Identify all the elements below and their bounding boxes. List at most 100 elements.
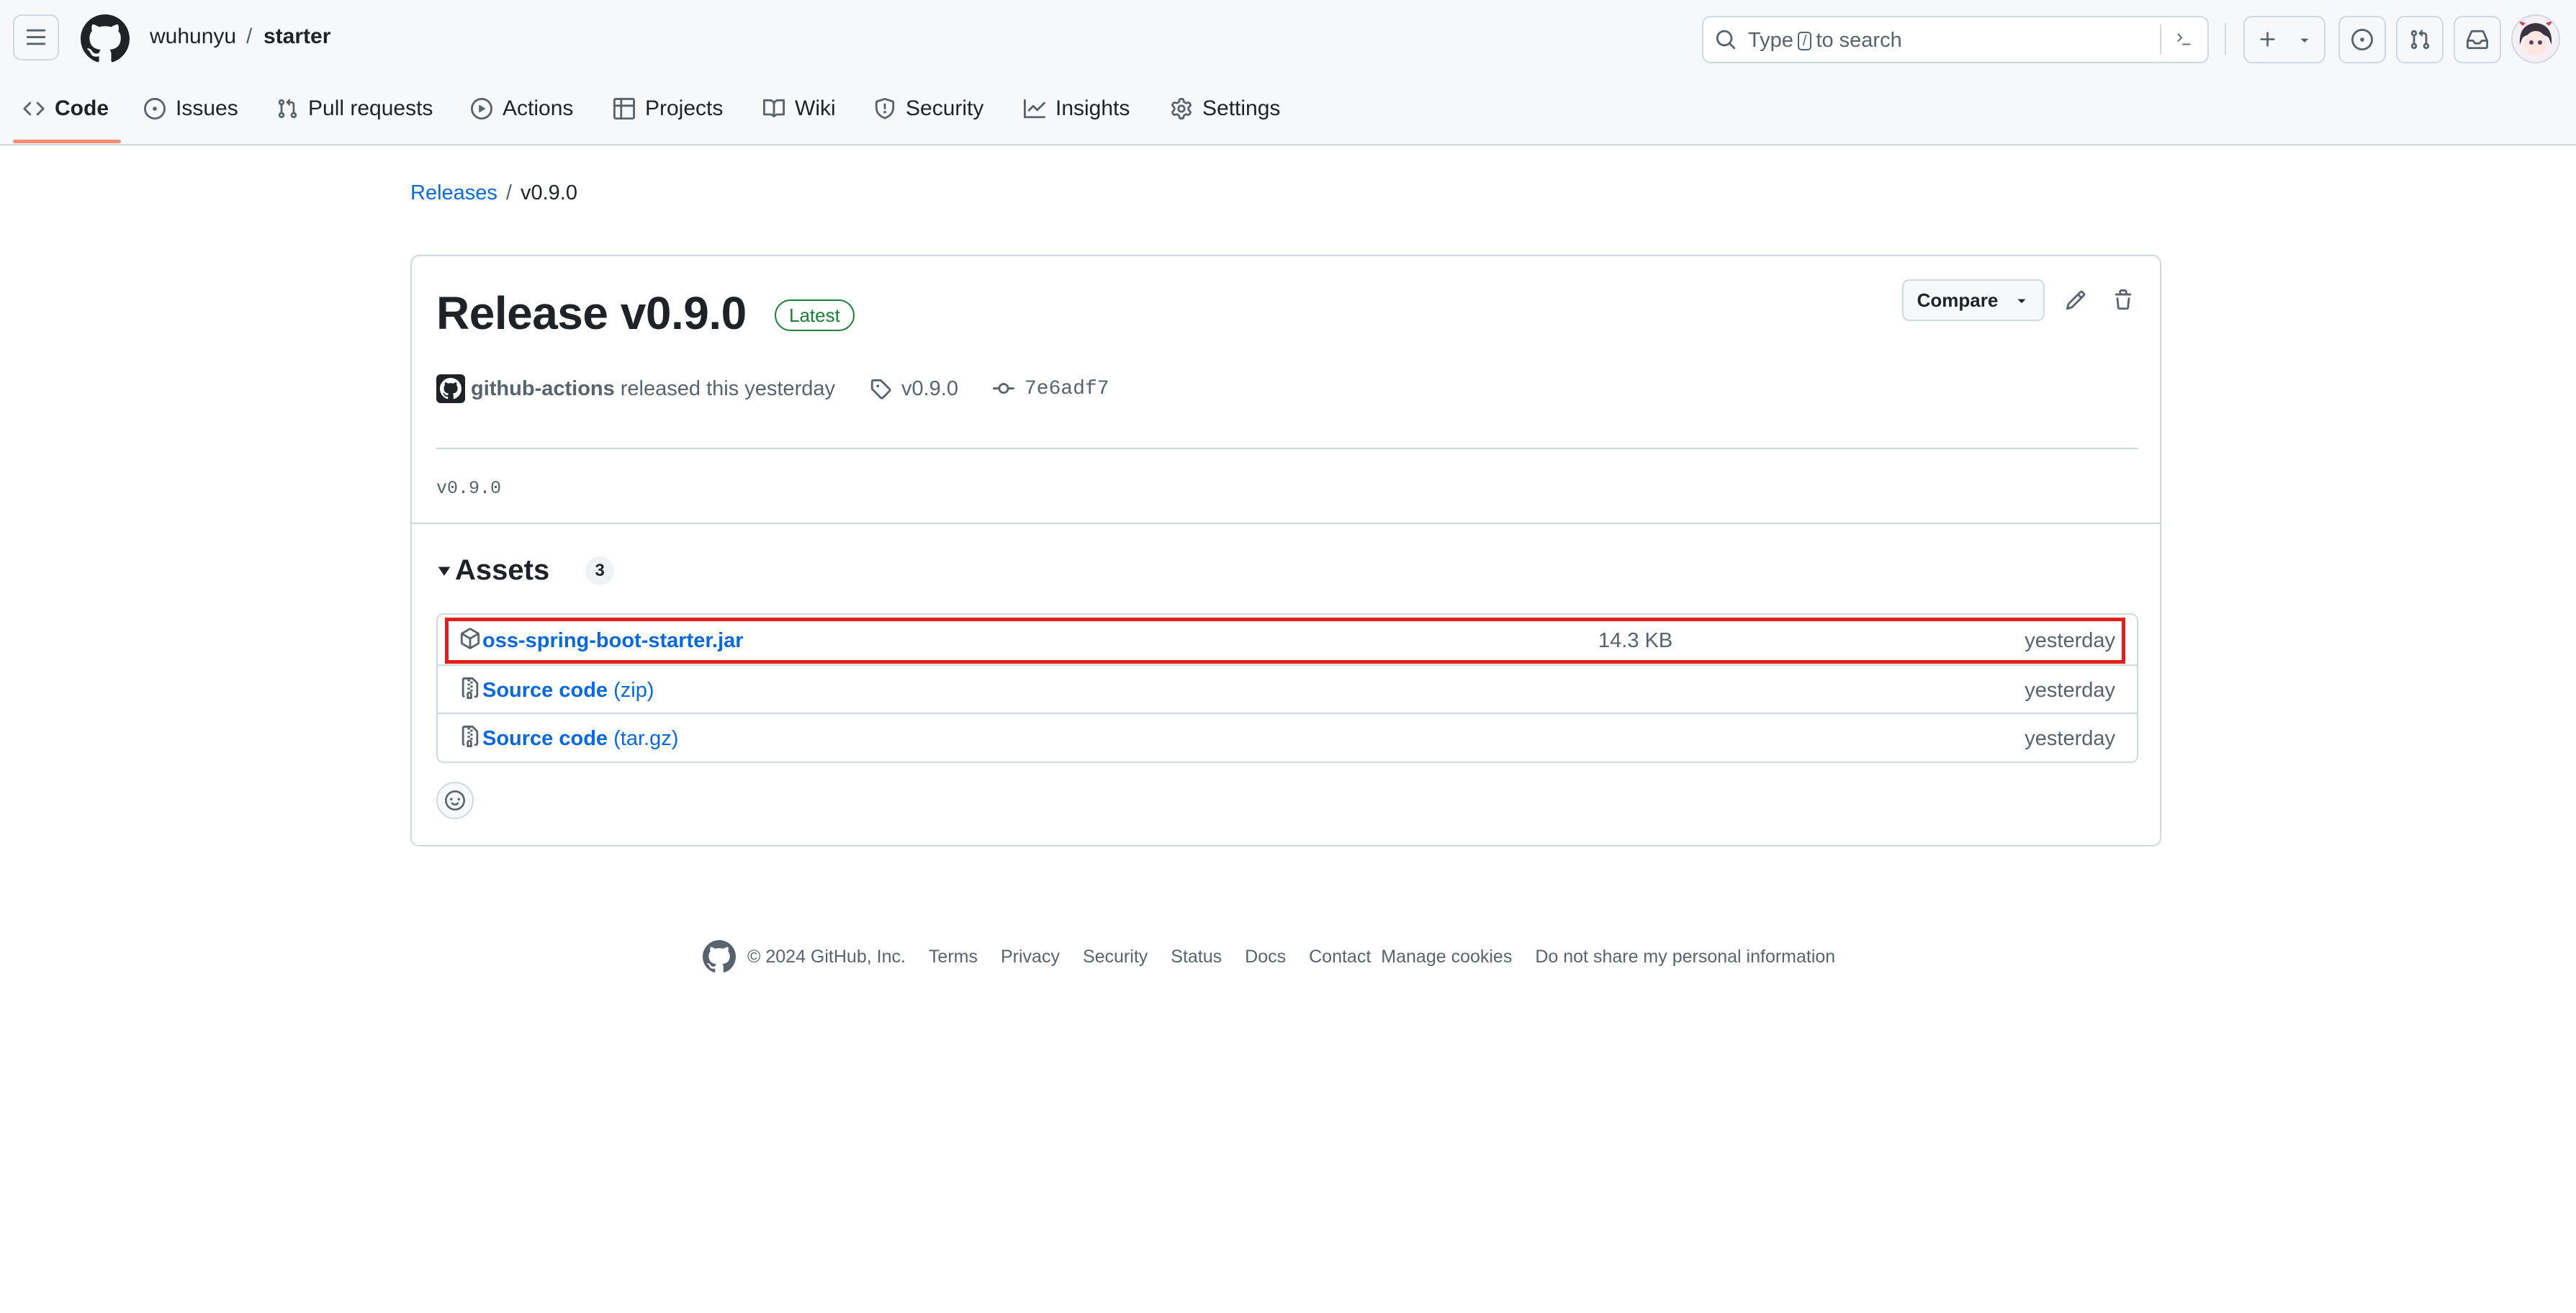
git-commit-icon [992, 383, 1014, 394]
release-meta: github-actions released this yesterday v… [436, 374, 1109, 403]
owner-link[interactable]: wuhunyu [150, 24, 236, 49]
github-logo-icon[interactable] [81, 14, 130, 63]
edit-release-button[interactable] [2059, 284, 2092, 317]
play-icon [471, 98, 492, 119]
footer-link-contact[interactable]: Contact [1309, 947, 1371, 967]
footer-link-terms[interactable]: Terms [929, 947, 978, 967]
github-actions-logo-icon [440, 378, 461, 400]
compare-label: Compare [1917, 289, 1999, 311]
source-targz-link[interactable]: Source code (tar.gz) [482, 727, 678, 751]
tab-security-label: Security [906, 96, 984, 120]
asset-date: yesterday [2025, 727, 2115, 750]
tab-settings[interactable]: Settings [1171, 91, 1280, 127]
tab-settings-label: Settings [1202, 96, 1281, 120]
tab-pull-requests[interactable]: Pull requests [276, 91, 433, 127]
inbox-icon [2467, 30, 2488, 50]
source-zip-link[interactable]: Source code (zip) [482, 679, 654, 703]
file-zip-icon [461, 726, 479, 747]
assets-count-badge: 3 [585, 556, 615, 585]
commit-sha: 7e6adf7 [1024, 377, 1109, 400]
breadcrumb-separator: / [246, 24, 253, 48]
tab-insights[interactable]: Insights [1024, 91, 1130, 127]
tab-issues-label: Issues [176, 96, 238, 120]
author-avatar[interactable] [436, 374, 465, 403]
footer-link-manage-cookies[interactable]: Manage cookies [1381, 947, 1512, 967]
footer-link-status[interactable]: Status [1171, 947, 1222, 967]
tag-link[interactable]: v0.9.0 [870, 377, 958, 401]
repo-link[interactable]: starter [264, 24, 330, 49]
released-time: released this yesterday [620, 376, 835, 400]
tag-icon [870, 379, 891, 400]
search-divider [2160, 24, 2161, 55]
issue-opened-icon [144, 98, 166, 119]
delete-release-button[interactable] [2107, 284, 2140, 317]
tab-code-label: Code [55, 96, 109, 120]
search-icon [1716, 30, 1736, 50]
search-input[interactable]: Type / to search [1702, 16, 2209, 63]
commit-link[interactable]: 7e6adf7 [992, 377, 1109, 400]
trash-icon [2115, 289, 2132, 310]
tab-code[interactable]: Code [23, 91, 109, 127]
tag-label: v0.9.0 [901, 376, 958, 400]
tab-actions[interactable]: Actions [471, 91, 573, 127]
file-zip-icon [461, 677, 479, 699]
asset-row: Source code (tar.gz) yesterday [438, 713, 2137, 762]
tab-security[interactable]: Security [874, 91, 983, 127]
table-icon [613, 98, 635, 119]
footer-link-security[interactable]: Security [1083, 947, 1148, 967]
author-link[interactable]: github-actions [471, 377, 615, 401]
command-palette-icon[interactable] [2173, 29, 2194, 50]
issue-opened-icon [2351, 29, 2373, 50]
gear-icon [1171, 98, 1192, 119]
pencil-icon [2066, 290, 2086, 310]
tab-projects-label: Projects [645, 96, 724, 120]
shield-icon [875, 98, 895, 119]
user-avatar[interactable] [2511, 14, 2560, 63]
assets-toggle[interactable]: Assets 3 [436, 554, 615, 587]
triangle-down-icon [2300, 38, 2309, 42]
site-footer: © 2024 GitHub, Inc. Terms Privacy Securi… [703, 939, 1835, 975]
menu-button[interactable] [13, 14, 59, 60]
latest-badge: Latest [775, 299, 855, 331]
code-icon [23, 101, 45, 116]
breadcrumb-separator: / [505, 181, 512, 204]
hamburger-icon [26, 29, 46, 45]
book-icon [763, 99, 785, 118]
tab-wiki[interactable]: Wiki [763, 91, 836, 127]
tab-wiki-label: Wiki [795, 96, 836, 120]
release-title: Release v0.9.0 [436, 287, 747, 339]
your-issues-button[interactable] [2338, 16, 2386, 63]
header-divider [2225, 23, 2226, 55]
footer-link-privacy[interactable]: Privacy [1001, 947, 1060, 967]
avatar-image [2513, 16, 2559, 62]
divider [436, 448, 2138, 449]
tab-issues[interactable]: Issues [144, 91, 238, 127]
git-pull-request-icon [278, 99, 297, 119]
triangle-down-icon [438, 567, 451, 576]
git-pull-request-icon [2410, 30, 2430, 50]
footer-link-docs[interactable]: Docs [1245, 947, 1286, 967]
search-placeholder: Type / to search [1748, 29, 1902, 52]
smiley-icon [445, 790, 465, 811]
tab-actions-label: Actions [503, 96, 574, 120]
github-logo-icon[interactable] [703, 940, 736, 973]
copyright: © 2024 GitHub, Inc. [747, 946, 906, 967]
footer-link-do-not-share[interactable]: Do not share my personal information [1535, 947, 1835, 967]
tab-insights-label: Insights [1055, 96, 1130, 120]
your-pull-requests-button[interactable] [2396, 16, 2444, 63]
tab-projects[interactable]: Projects [613, 91, 723, 127]
asset-date: yesterday [2025, 679, 2115, 702]
compare-button[interactable]: Compare [1902, 279, 2045, 321]
add-reaction-button[interactable] [436, 782, 474, 819]
search-shortcut-key: / [1797, 31, 1812, 50]
graph-icon [1024, 99, 1045, 119]
release-card: Release v0.9.0 Latest Compare github-act… [410, 255, 2161, 847]
triangle-down-icon [2018, 299, 2026, 303]
app-header: wuhunyu / starter Type / to search Code … [0, 0, 2576, 145]
divider [412, 523, 2160, 524]
notifications-button[interactable] [2454, 16, 2501, 63]
releases-link[interactable]: Releases [410, 181, 497, 205]
breadcrumb-current: v0.9.0 [520, 181, 577, 204]
create-new-button[interactable] [2243, 16, 2325, 63]
tab-pull-requests-label: Pull requests [308, 96, 433, 120]
